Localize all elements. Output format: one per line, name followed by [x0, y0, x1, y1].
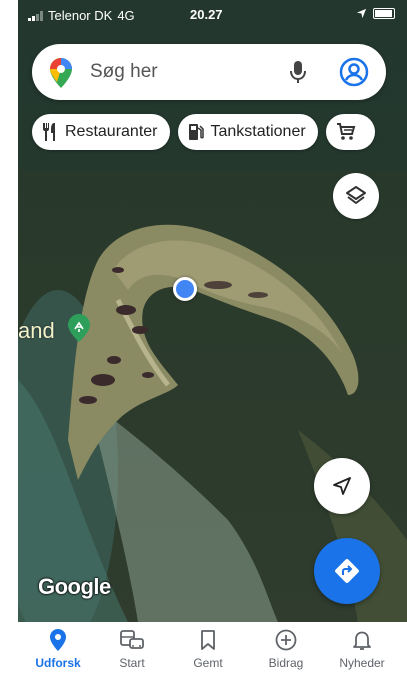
shopping-cart-icon	[336, 123, 355, 140]
account-icon[interactable]	[339, 57, 369, 87]
signal-icon	[28, 10, 43, 21]
battery-icon	[373, 8, 395, 19]
carrier-name: Telenor DK	[48, 8, 113, 23]
screen: Telenor DK 4G 20.27 Søg her Restauranter…	[0, 0, 407, 674]
my-location-dot	[173, 277, 197, 301]
nav-contribute[interactable]: Bidrag	[247, 628, 325, 670]
nav-explore[interactable]: Udforsk	[19, 628, 97, 670]
nav-saved[interactable]: Gemt	[169, 628, 247, 670]
satellite-map[interactable]: Telenor DK 4G 20.27 Søg her Restauranter…	[18, 0, 407, 622]
category-chips: Restauranter Tankstationer	[32, 114, 375, 150]
directions-button[interactable]	[314, 538, 380, 604]
commute-icon	[120, 630, 144, 649]
chip-label: Restauranter	[65, 123, 158, 140]
nav-label: Gemt	[193, 656, 223, 670]
maps-pin-icon	[50, 58, 72, 88]
add-circle-icon	[275, 629, 297, 651]
status-bar: Telenor DK 4G 20.27	[18, 0, 407, 34]
gas-pump-icon	[188, 124, 204, 140]
nav-label: Udforsk	[35, 656, 81, 670]
park-pin-icon[interactable]	[68, 314, 90, 342]
chip-restaurants[interactable]: Restauranter	[32, 114, 170, 150]
network-type: 4G	[117, 8, 135, 23]
fork-knife-icon	[43, 123, 55, 141]
bottom-navigation: Udforsk Start Gemt Bidrag Nyheder	[0, 622, 407, 674]
carrier-info: Telenor DK 4G	[28, 8, 135, 23]
bell-icon	[353, 631, 371, 650]
chip-shopping[interactable]	[325, 114, 375, 150]
navigation-arrow-icon	[333, 477, 351, 495]
search-input[interactable]: Søg her	[90, 61, 158, 83]
my-location-button[interactable]	[314, 458, 370, 514]
chip-gas-stations[interactable]: Tankstationer	[177, 114, 318, 150]
layers-button[interactable]	[333, 173, 379, 219]
search-bar[interactable]: Søg her	[32, 44, 386, 100]
nav-commute[interactable]: Start	[93, 628, 171, 670]
bookmark-icon	[201, 630, 215, 650]
status-time: 20.27	[190, 7, 223, 22]
google-logo: Google	[38, 574, 111, 599]
location-arrow-icon	[356, 8, 367, 19]
layers-icon	[346, 186, 366, 204]
location-pin-icon	[50, 629, 66, 651]
nav-label: Nyheder	[339, 656, 385, 670]
nav-label: Start	[119, 656, 145, 670]
map-place-label[interactable]: and	[18, 318, 55, 344]
directions-icon	[335, 559, 359, 583]
nav-updates[interactable]: Nyheder	[323, 628, 401, 670]
nav-label: Bidrag	[268, 656, 304, 670]
microphone-icon[interactable]	[289, 60, 307, 84]
chip-label: Tankstationer	[210, 123, 306, 140]
status-right	[356, 8, 395, 19]
